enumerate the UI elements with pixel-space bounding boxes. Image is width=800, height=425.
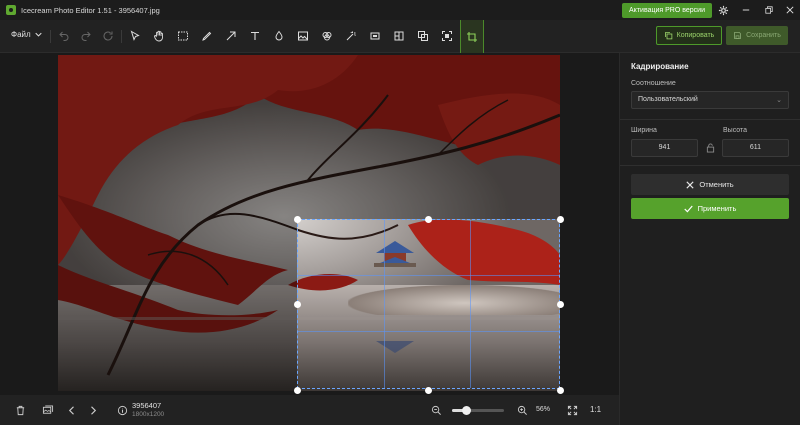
frame-icon[interactable] bbox=[439, 28, 455, 44]
info-icon[interactable] bbox=[114, 402, 130, 418]
height-input[interactable]: 611 bbox=[722, 139, 789, 157]
aspect-lock-icon[interactable] bbox=[704, 141, 716, 155]
zoom-slider-handle[interactable] bbox=[462, 406, 472, 415]
minimize-icon[interactable] bbox=[740, 4, 752, 16]
ratio-select-value: Пользовательский bbox=[638, 96, 698, 103]
file-menu-label: Файл bbox=[11, 30, 31, 39]
crop-handle-top[interactable] bbox=[424, 215, 432, 223]
restore-icon[interactable] bbox=[763, 4, 775, 16]
ratio-label: Соотношение bbox=[631, 80, 676, 87]
crop-tool-icon[interactable] bbox=[460, 20, 484, 53]
main-toolbar: Файл Копировать Сохранить bbox=[0, 20, 800, 53]
panel-divider bbox=[620, 119, 800, 120]
reset-icon[interactable] bbox=[100, 28, 116, 44]
text-icon[interactable] bbox=[247, 28, 263, 44]
crop-grid-line bbox=[298, 275, 559, 277]
checkmark-icon bbox=[683, 205, 693, 213]
bottom-bar: 3956407 1800x1200 56% 1:1 bbox=[0, 395, 619, 425]
actual-size-button[interactable]: 1:1 bbox=[590, 405, 601, 414]
save-button[interactable]: Сохранить bbox=[726, 26, 788, 45]
apply-button[interactable]: Применить bbox=[631, 198, 789, 219]
file-menu[interactable]: Файл bbox=[11, 30, 42, 39]
activate-pro-button[interactable]: Активация PRO версии bbox=[622, 3, 712, 18]
previous-image-icon[interactable] bbox=[64, 402, 80, 418]
title-bar: Icecream Photo Editor 1.51 - 3956407.jpg… bbox=[0, 0, 800, 20]
settings-gear-icon[interactable] bbox=[717, 4, 729, 16]
copy-button-label: Копировать bbox=[676, 32, 715, 39]
cancel-button[interactable]: Отменить bbox=[631, 174, 789, 195]
image-insert-icon[interactable] bbox=[295, 28, 311, 44]
hand-icon[interactable] bbox=[151, 28, 167, 44]
file-dimensions: 1800x1200 bbox=[132, 411, 165, 418]
ratio-select[interactable]: Пользовательский ⌄ bbox=[631, 91, 789, 109]
selection-rectangle-icon[interactable] bbox=[175, 28, 191, 44]
width-input[interactable]: 941 bbox=[631, 139, 698, 157]
close-icon[interactable] bbox=[784, 4, 796, 16]
crop-handle-bottom-right[interactable] bbox=[556, 386, 564, 394]
toolbar-divider bbox=[50, 30, 51, 43]
zoom-slider[interactable] bbox=[452, 406, 504, 415]
cancel-button-label: Отменить bbox=[699, 180, 734, 189]
panel-divider bbox=[620, 165, 800, 166]
crop-grid-line bbox=[470, 220, 472, 388]
apply-button-label: Применить bbox=[697, 204, 737, 213]
fit-to-screen-icon[interactable] bbox=[564, 402, 580, 418]
resize-icon[interactable] bbox=[367, 28, 383, 44]
crop-panel: Кадрирование Соотношение Пользовательски… bbox=[619, 53, 800, 425]
crop-dim-top bbox=[58, 55, 560, 219]
crop-selection[interactable] bbox=[297, 219, 560, 389]
brush-icon[interactable] bbox=[199, 28, 215, 44]
copy-icon bbox=[664, 32, 672, 40]
crop-grid-line bbox=[298, 330, 559, 332]
close-x-icon bbox=[686, 180, 694, 189]
crop-dim-left bbox=[58, 219, 297, 391]
arrow-icon[interactable] bbox=[223, 28, 239, 44]
crop-handle-bottom[interactable] bbox=[424, 386, 432, 394]
width-label: Ширина bbox=[631, 127, 657, 134]
zoom-percent: 56% bbox=[536, 406, 551, 413]
redo-icon[interactable] bbox=[78, 28, 94, 44]
file-name: 3956407 bbox=[132, 401, 162, 410]
crop-grid-line bbox=[384, 220, 386, 388]
select-cursor-icon[interactable] bbox=[127, 28, 143, 44]
magic-wand-icon[interactable] bbox=[343, 28, 359, 44]
zoom-in-icon[interactable] bbox=[514, 402, 530, 418]
copy-button[interactable]: Копировать bbox=[656, 26, 722, 45]
color-filter-icon[interactable] bbox=[319, 28, 335, 44]
panel-title: Кадрирование bbox=[631, 62, 689, 71]
drop-blur-icon[interactable] bbox=[271, 28, 287, 44]
chevron-down-icon bbox=[35, 32, 42, 37]
image-canvas[interactable] bbox=[0, 53, 619, 395]
window-title: Icecream Photo Editor 1.51 - 3956407.jpg bbox=[21, 5, 160, 15]
save-button-label: Сохранить bbox=[746, 32, 781, 39]
next-image-icon[interactable] bbox=[85, 402, 101, 418]
crop-handle-left[interactable] bbox=[293, 300, 301, 308]
gallery-icon[interactable] bbox=[40, 402, 56, 418]
crop-handle-top-left[interactable] bbox=[293, 215, 301, 223]
height-label: Высота bbox=[723, 127, 748, 134]
save-disk-icon bbox=[734, 32, 742, 39]
zoom-out-icon[interactable] bbox=[428, 402, 444, 418]
layers-icon[interactable] bbox=[415, 28, 431, 44]
undo-icon[interactable] bbox=[56, 28, 72, 44]
split-view-icon[interactable] bbox=[391, 28, 407, 44]
toolbar-divider bbox=[121, 30, 122, 43]
app-window: Icecream Photo Editor 1.51 - 3956407.jpg… bbox=[0, 0, 800, 425]
crop-handle-top-right[interactable] bbox=[556, 215, 564, 223]
crop-handle-right[interactable] bbox=[556, 300, 564, 308]
trash-icon[interactable] bbox=[12, 402, 28, 418]
app-logo-icon bbox=[6, 5, 16, 15]
chevron-down-icon: ⌄ bbox=[776, 97, 782, 104]
crop-handle-bottom-left[interactable] bbox=[293, 386, 301, 394]
